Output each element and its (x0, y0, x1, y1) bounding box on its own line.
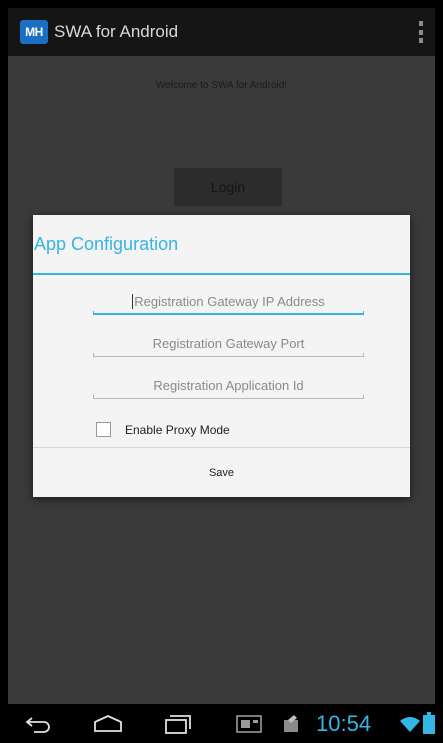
proxy-mode-label: Enable Proxy Mode (125, 422, 230, 437)
title-divider (33, 273, 410, 275)
save-button[interactable]: Save (33, 448, 410, 497)
gateway-port-placeholder: Registration Gateway Port (152, 335, 305, 351)
text-cursor (132, 293, 134, 309)
screenshot-icon (236, 715, 262, 733)
application-id-input[interactable]: Registration Application Id (93, 371, 364, 399)
wifi-icon (400, 717, 420, 732)
system-navigation-bar: 10:54 (0, 704, 443, 743)
action-bar: MH SWA for Android (8, 8, 435, 56)
proxy-mode-checkbox[interactable] (96, 422, 111, 437)
gateway-ip-placeholder: Registration Gateway IP Address (134, 293, 325, 309)
overflow-menu-icon[interactable] (419, 21, 423, 43)
recents-icon[interactable] (162, 713, 192, 735)
home-icon[interactable] (92, 714, 124, 734)
battery-icon (423, 712, 435, 734)
login-button[interactable]: Login (174, 168, 282, 206)
app-title: SWA for Android (54, 22, 179, 41)
dialog-title: App Configuration (34, 233, 179, 254)
app-configuration-dialog: App Configuration Registration Gateway I… (33, 215, 410, 497)
notification-icon (284, 715, 298, 732)
app-logo-icon: MH (20, 20, 48, 44)
gateway-ip-input[interactable]: Registration Gateway IP Address (93, 287, 364, 315)
back-icon[interactable] (24, 714, 54, 734)
application-id-placeholder: Registration Application Id (153, 377, 304, 393)
app-logo-text: MH (25, 25, 43, 39)
gateway-port-input[interactable]: Registration Gateway Port (93, 329, 364, 357)
proxy-mode-row[interactable]: Enable Proxy Mode (96, 422, 230, 437)
clock: 10:54 (316, 710, 372, 736)
welcome-text: Welcome to SWA for Android! (155, 80, 288, 91)
